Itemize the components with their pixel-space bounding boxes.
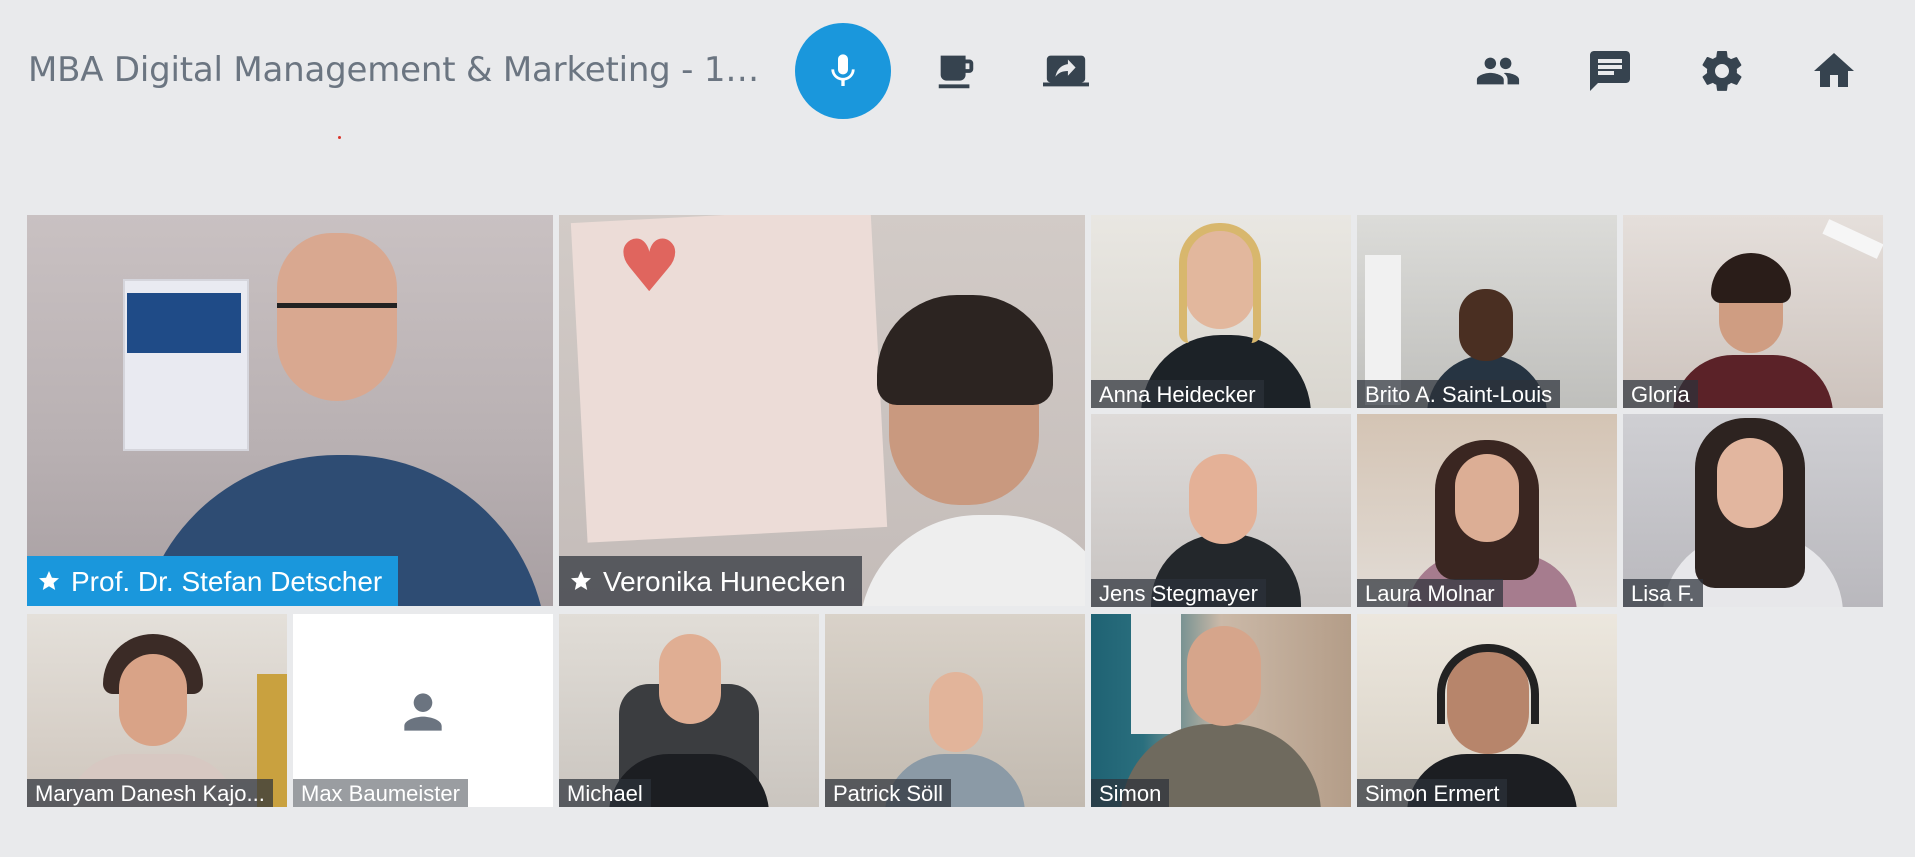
chat-button[interactable] [1584,45,1636,97]
person-head [659,634,721,724]
participant-name: Prof. Dr. Stefan Detscher [27,556,399,606]
participants-icon [1476,57,1520,85]
participant-name: Michael [559,779,651,807]
participant-name: Patrick Söll [825,779,952,807]
star-icon [37,558,61,606]
person-hair [1179,223,1261,343]
video-tile[interactable]: Brito A. Saint-Louis [1357,215,1617,408]
video-tile[interactable]: Jens Stegmayer [1091,414,1351,607]
participant-name: Laura Molnar [1357,579,1503,607]
person-head [1189,454,1257,544]
home-button[interactable] [1808,45,1860,97]
participant-name: Simon [1091,779,1170,807]
screen-share-icon [1043,55,1089,87]
video-tile[interactable]: Lisa F. [1623,414,1883,607]
video-tile[interactable]: ♥ Veronika Hunecken [559,215,1085,606]
participant-name: Veronika Hunecken [559,556,862,606]
coffee-button[interactable] [930,45,982,97]
video-tile[interactable]: Prof. Dr. Stefan Detscher [27,215,553,606]
coffee-icon [938,55,974,89]
person-head [1455,454,1519,542]
meeting-title: MBA Digital Management & Marketing - 1. … [28,50,768,90]
video-tile[interactable]: Maryam Danesh Kajo... [27,614,287,807]
person-head [1459,289,1513,361]
video-tile[interactable]: Patrick Söll [825,614,1085,807]
participant-name: Max Baumeister [293,779,468,807]
participant-name: Simon Ermert [1357,779,1508,807]
poster-banner [127,293,241,353]
participant-name: Maryam Danesh Kajo... [27,779,273,807]
participant-name: Anna Heidecker [1091,380,1264,408]
bookshelf [1131,614,1181,734]
chat-icon [1590,51,1630,91]
recording-indicator [338,136,341,139]
person-head [1187,626,1261,726]
video-tile[interactable]: Michael [559,614,819,807]
video-tile-no-camera[interactable]: Max Baumeister [293,614,553,807]
avatar-icon [395,684,451,740]
person-head [1717,438,1783,528]
settings-button[interactable] [1696,45,1748,97]
video-tile[interactable]: Simon [1091,614,1351,807]
participant-name: Brito A. Saint-Louis [1357,380,1561,408]
participant-name: Lisa F. [1623,579,1703,607]
heart-icon: ♥ [617,224,682,308]
participant-name-text: Prof. Dr. Stefan Detscher [71,566,383,597]
video-tile[interactable]: Simon Ermert [1357,614,1617,807]
star-icon [569,558,593,606]
top-bar: MBA Digital Management & Marketing - 1. … [0,0,1915,150]
glasses [277,303,397,320]
microphone-button[interactable] [795,23,891,119]
participant-name: Gloria [1623,380,1698,408]
microphone-icon [831,54,855,86]
video-tile[interactable]: Anna Heidecker [1091,215,1351,408]
screen-share-button[interactable] [1040,45,1092,97]
video-tile[interactable]: Gloria [1623,215,1883,408]
participant-name-text: Veronika Hunecken [603,566,846,597]
gear-icon [1702,51,1742,91]
person-head [929,672,983,752]
participants-button[interactable] [1472,45,1524,97]
participant-name: Jens Stegmayer [1091,579,1266,607]
video-tile[interactable]: Laura Molnar [1357,414,1617,607]
home-icon [1814,53,1854,87]
person-head [119,654,187,746]
